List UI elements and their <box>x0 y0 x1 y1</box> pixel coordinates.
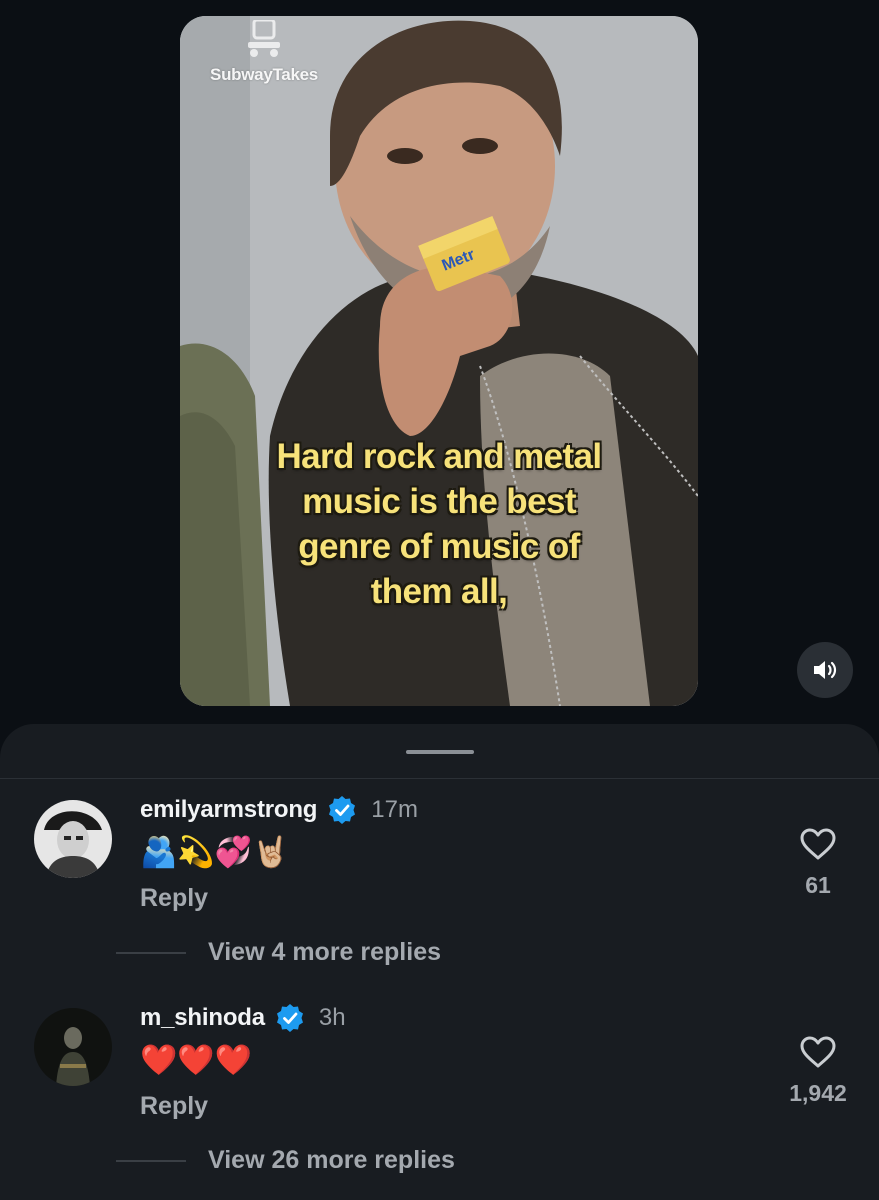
drag-handle[interactable] <box>406 750 474 754</box>
avatar[interactable] <box>34 800 112 878</box>
video-caption: Hard rock and metal music is the best ge… <box>276 437 602 611</box>
view-replies-label[interactable]: View 26 more replies <box>208 1146 455 1175</box>
replies-divider-line <box>116 951 186 954</box>
sheet-divider <box>0 778 879 779</box>
heart-icon[interactable] <box>800 1036 836 1068</box>
speaker-icon <box>814 661 837 679</box>
username[interactable]: m_shinoda <box>140 1004 265 1032</box>
avatar-image <box>34 1008 112 1086</box>
replies-divider-line <box>116 1159 186 1162</box>
video-player[interactable]: Metr SubwayTakes Hard rock and metal mus… <box>180 16 698 706</box>
username[interactable]: emilyarmstrong <box>140 796 317 824</box>
comment-text: ❤️❤️❤️ <box>140 1043 253 1078</box>
like-count: 1,942 <box>789 1080 847 1106</box>
avatar[interactable] <box>34 1008 112 1086</box>
timestamp: 17m <box>371 796 418 823</box>
username-row: m_shinoda 3h <box>140 1000 346 1036</box>
reel-page: Metr SubwayTakes Hard rock and metal mus… <box>0 0 879 1200</box>
like-count: 61 <box>805 872 831 898</box>
timestamp: 3h <box>318 1004 346 1031</box>
volume-button[interactable] <box>797 642 853 698</box>
subway-logo-icon <box>248 18 280 57</box>
verified-badge-icon <box>329 796 356 824</box>
reply-button[interactable]: Reply <box>140 1092 208 1121</box>
verified-badge-icon <box>276 1004 303 1032</box>
comments-sheet: emilyarmstrong 17m 🫂💫💞🤘🏼 Reply 61 View 4… <box>0 724 879 1200</box>
reply-button[interactable]: Reply <box>140 884 208 913</box>
avatar-image <box>34 800 112 878</box>
watermark: SubwayTakes <box>204 18 324 85</box>
view-replies-button[interactable]: View 4 more replies <box>116 938 441 967</box>
view-replies-label[interactable]: View 4 more replies <box>208 938 441 967</box>
view-replies-button[interactable]: View 26 more replies <box>116 1146 455 1175</box>
comment-text: 🫂💫💞🤘🏼 <box>140 835 290 870</box>
username-row: emilyarmstrong 17m <box>140 792 418 828</box>
heart-icon[interactable] <box>800 828 836 860</box>
watermark-text: SubwayTakes <box>210 65 318 84</box>
